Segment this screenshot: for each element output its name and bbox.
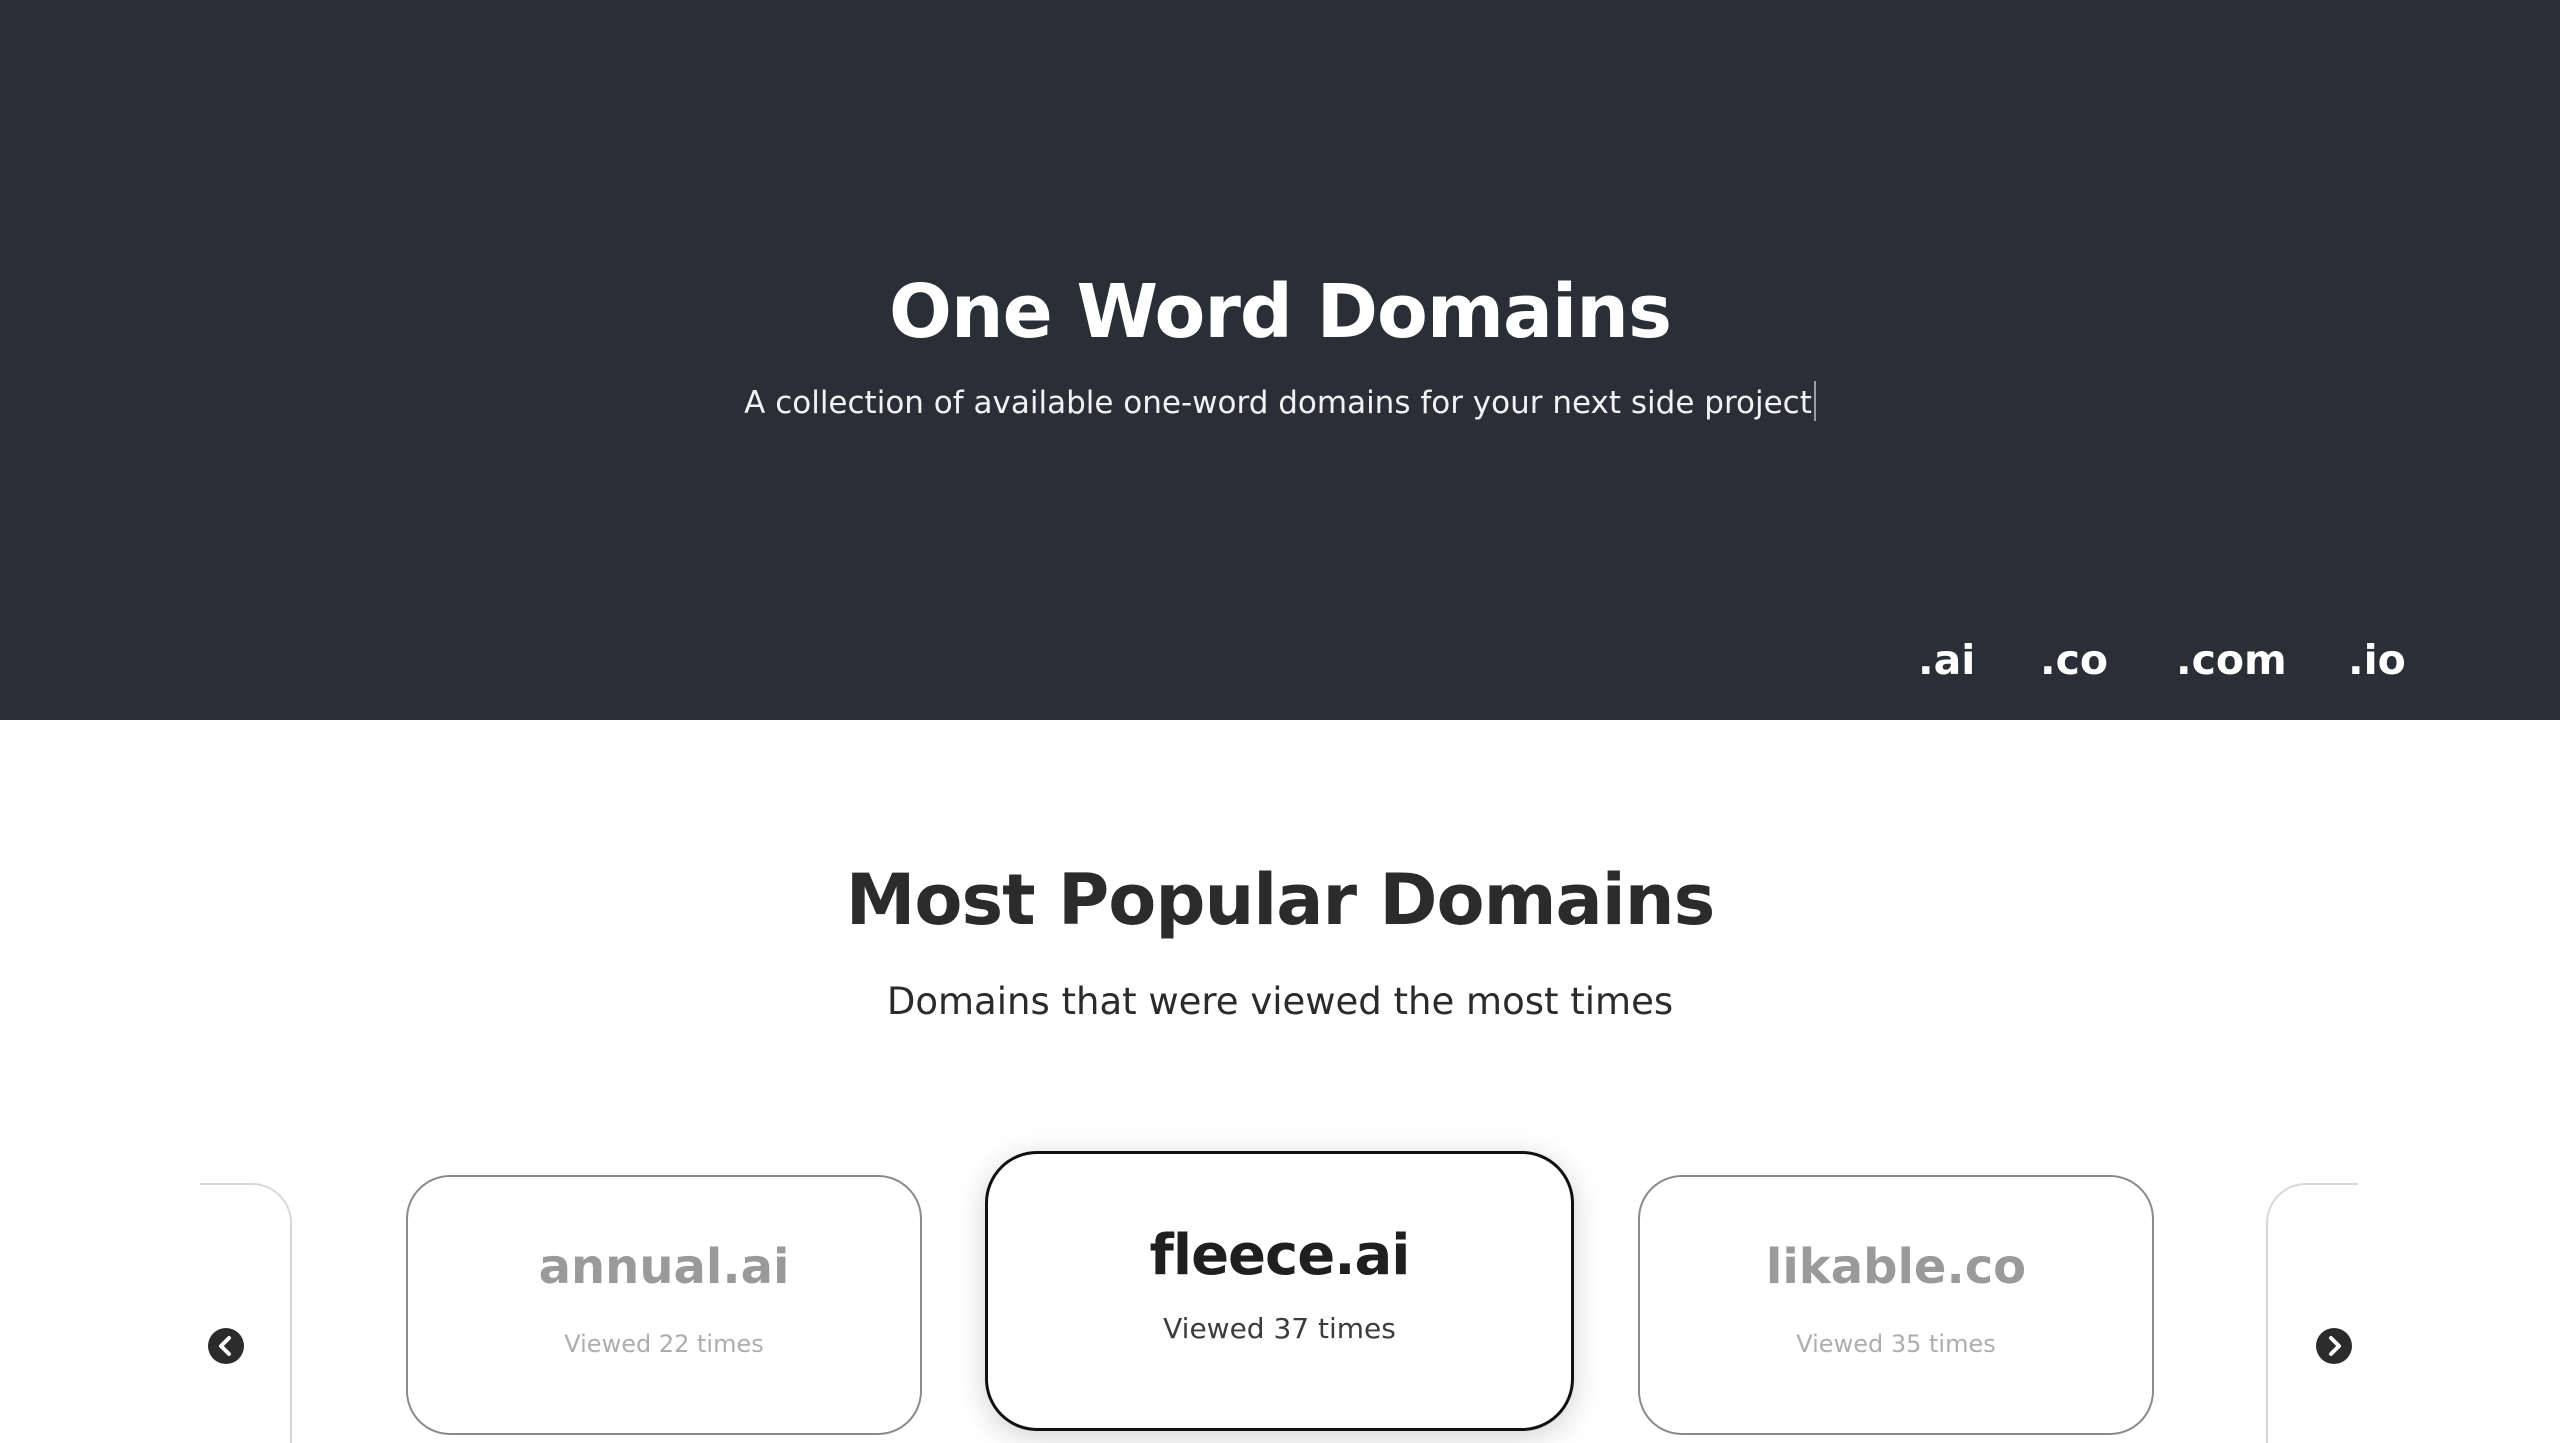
popular-section-subtitle: Domains that were viewed the most times <box>886 980 1674 1023</box>
tld-link-co[interactable]: .co <box>2040 632 2108 688</box>
hero-subtitle-text: A collection of available one-word domai… <box>744 385 1812 421</box>
tld-link-ai[interactable]: .ai <box>1918 632 1975 688</box>
domain-name: fleece.ai <box>1149 1223 1411 1288</box>
hero-banner: One Word Domains A collection of availab… <box>0 0 2560 720</box>
popular-section-title: Most Popular Domains <box>845 859 1716 941</box>
domain-name: annual.ai <box>538 1239 790 1295</box>
carousel-card-peek-right <box>2266 1183 2358 1443</box>
domain-card-annual[interactable]: annual.ai Viewed 22 times <box>406 1175 922 1435</box>
hero-subtitle: A collection of available one-word domai… <box>0 380 2560 426</box>
chevron-right-circle-icon <box>2316 1328 2352 1364</box>
site-title: One Word Domains <box>889 269 1672 355</box>
view-count: Viewed 22 times <box>564 1330 764 1358</box>
domain-card-fleece-active[interactable]: fleece.ai Viewed 37 times <box>985 1151 1574 1431</box>
carousel-card-peek-left <box>200 1183 292 1443</box>
domain-name: likable.co <box>1765 1239 2027 1295</box>
tld-link-io[interactable]: .io <box>2348 632 2406 688</box>
view-count: Viewed 37 times <box>1163 1312 1396 1345</box>
view-count: Viewed 35 times <box>1796 1330 1996 1358</box>
chevron-left-circle-icon <box>208 1328 244 1364</box>
carousel-prev-button[interactable] <box>208 1328 244 1364</box>
text-cursor <box>1813 381 1816 421</box>
carousel-next-button[interactable] <box>2316 1328 2352 1364</box>
domain-card-likable[interactable]: likable.co Viewed 35 times <box>1638 1175 2154 1435</box>
tld-link-com[interactable]: .com <box>2176 632 2287 688</box>
